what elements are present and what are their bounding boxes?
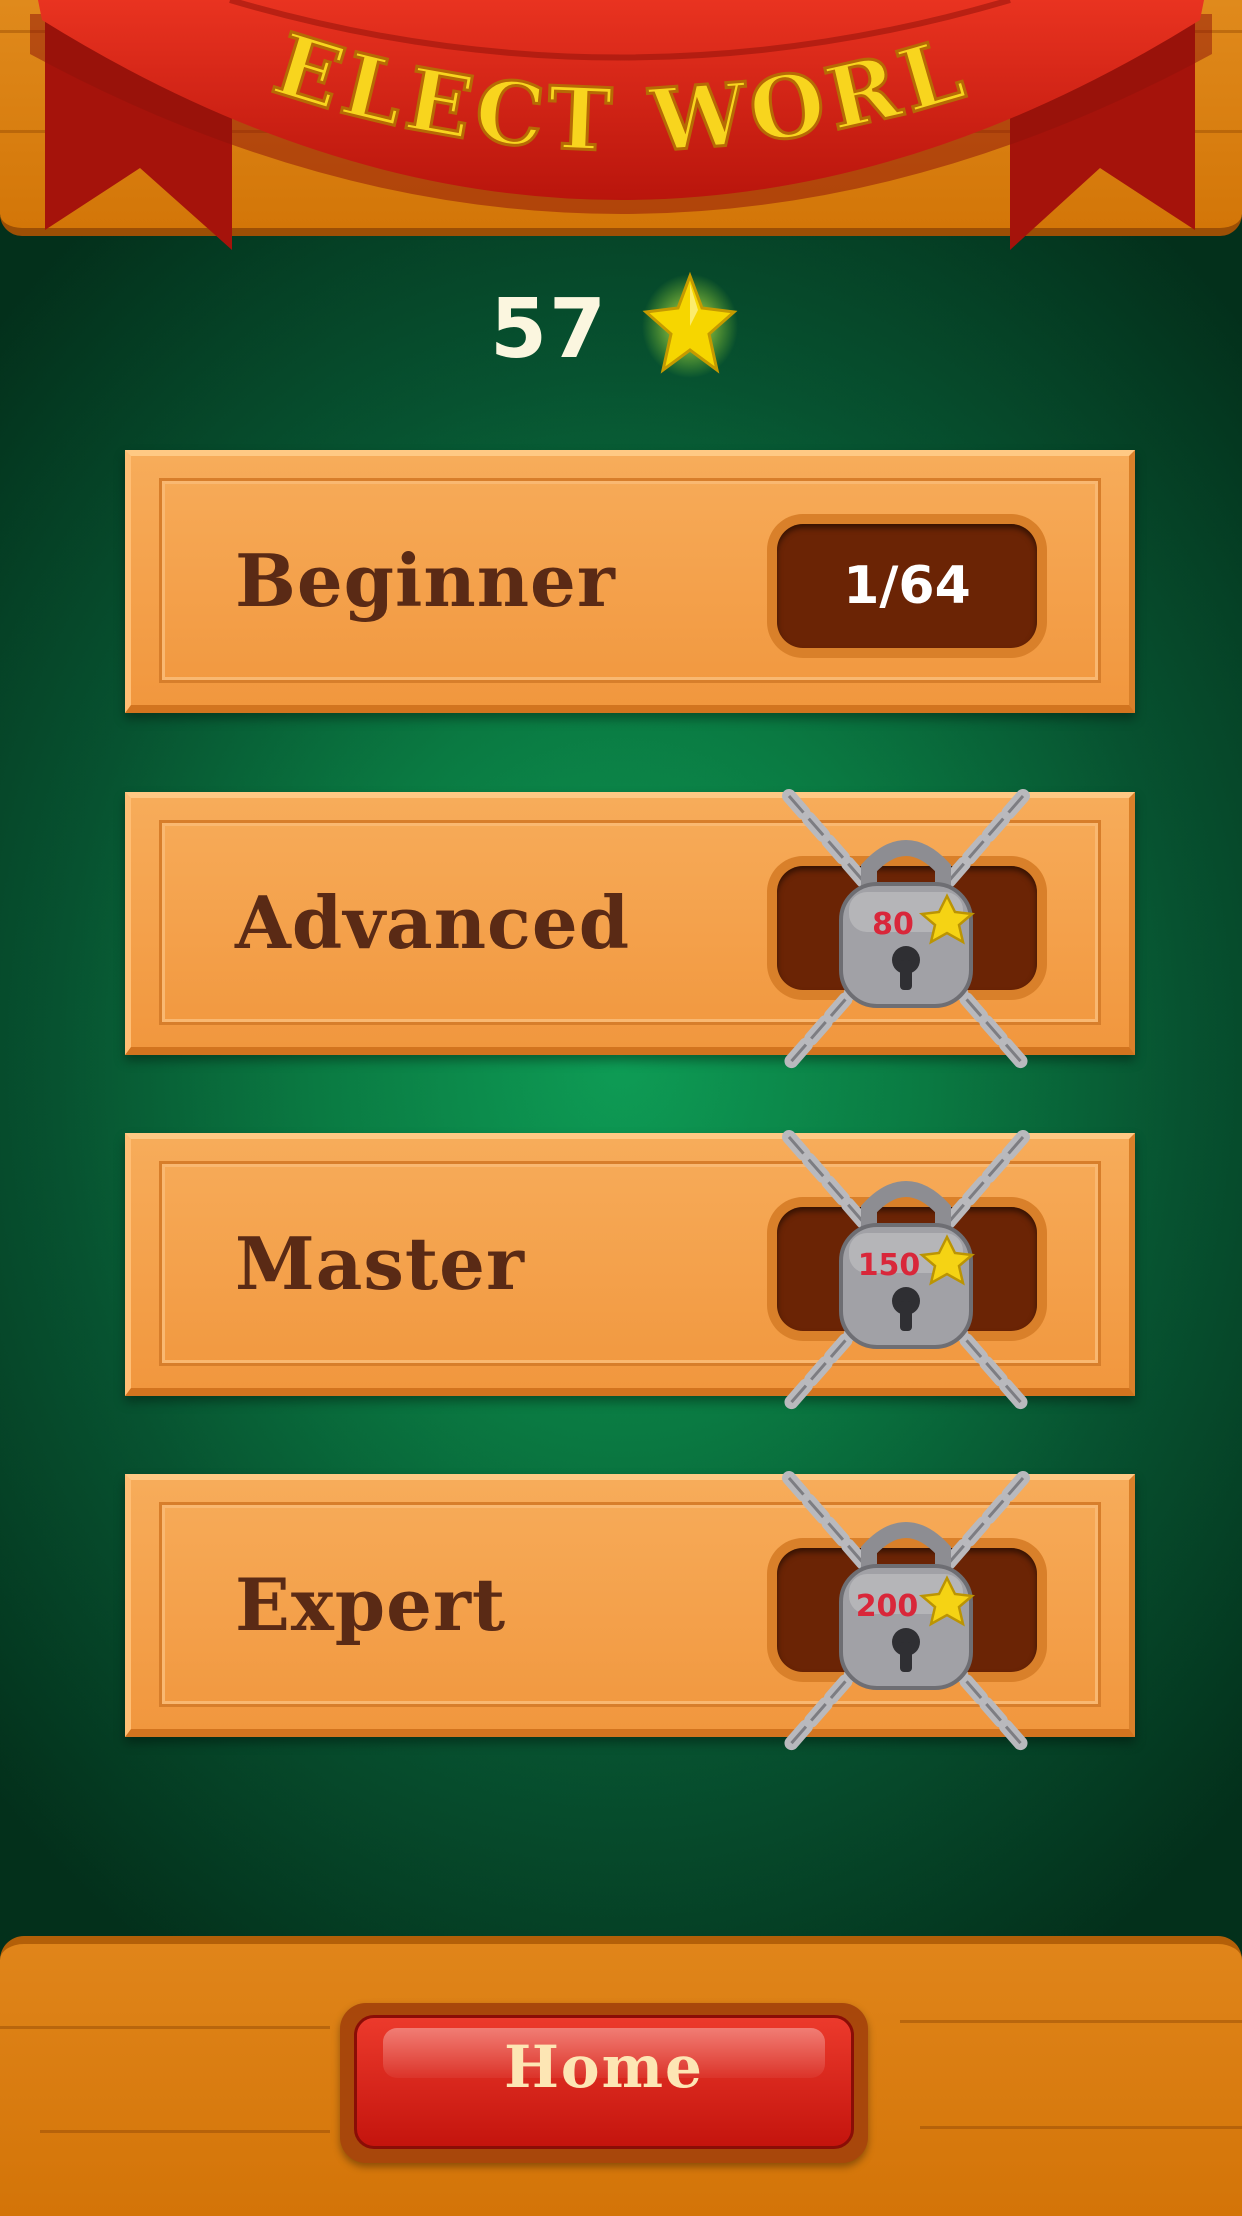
home-button[interactable]: Home [340,2003,868,2163]
required-stars: 150 [858,1248,921,1283]
world-name: Beginner [235,538,616,623]
world-progress: 1/64 [843,556,971,616]
padlock-chains-icon: 150 [782,1130,1030,1412]
star-icon [642,271,738,378]
world-beginner-button[interactable]: Beginner 1/64 [125,450,1135,713]
title-banner: SELECT WORLD [0,0,1242,290]
progress-slot: 1/64 [777,524,1037,648]
star-count: 57 [490,282,609,377]
world-name: Expert [235,1562,507,1647]
home-button-label: Home [504,2033,704,2101]
world-name: Advanced [235,880,631,965]
world-expert-button[interactable]: Expert 200 [125,1471,1135,1753]
world-advanced-button[interactable]: Advanced 80 [125,789,1135,1071]
required-stars: 80 [872,907,914,942]
required-stars: 200 [856,1589,919,1624]
world-master-button[interactable]: Master 150 [125,1130,1135,1412]
world-name: Master [235,1221,525,1306]
padlock-chains-icon: 200 [782,1471,1030,1753]
padlock-chains-icon: 80 [782,789,1030,1071]
